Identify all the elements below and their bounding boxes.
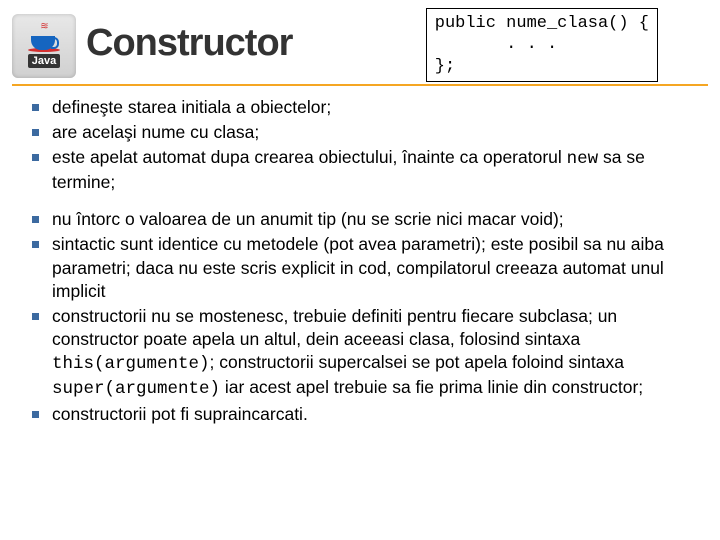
bullet-item: are acelaşi nume cu clasa; <box>22 121 700 144</box>
code-line-1: public nume_clasa() { <box>435 14 649 33</box>
bullet-group-1: defineşte starea initiala a obiectelor; … <box>22 96 700 194</box>
steam-icon: ≋ <box>40 24 47 32</box>
bullet-text: este apelat automat dupa crearea obiectu… <box>52 147 567 167</box>
inline-code: new <box>567 149 599 169</box>
bullet-text: constructorii nu se mostenesc, trebuie d… <box>52 306 617 349</box>
bullet-item: sintactic sunt identice cu metodele (pot… <box>22 233 700 302</box>
code-example-box: public nume_clasa() { . . . }; <box>426 8 658 82</box>
bullet-text: defineşte starea initiala a obiectelor; <box>52 97 331 117</box>
bullet-group-2: nu întorc o valoarea de un anumit tip (n… <box>22 208 700 426</box>
bullet-item: constructorii nu se mostenesc, trebuie d… <box>22 305 700 401</box>
bullet-item: nu întorc o valoarea de un anumit tip (n… <box>22 208 700 231</box>
header-divider <box>12 84 708 86</box>
bullet-text: are acelaşi nume cu clasa; <box>52 122 259 142</box>
slide-content: defineşte starea initiala a obiectelor; … <box>0 94 720 426</box>
bullet-text: iar acest apel trebuie sa fie prima lini… <box>220 377 643 397</box>
inline-code: super(argumente) <box>52 379 220 399</box>
slide-title: Constructor <box>86 22 292 65</box>
java-logo: ≋ Java <box>12 14 76 78</box>
bullet-text: ; constructorii supercalsei se pot apela… <box>210 352 624 372</box>
inline-code: this(argumente) <box>52 354 210 374</box>
cup-icon <box>29 32 59 50</box>
bullet-text: sintactic sunt identice cu metodele (pot… <box>52 234 664 300</box>
code-line-2: . . . <box>435 35 557 54</box>
logo-text: Java <box>28 54 60 68</box>
bullet-item: este apelat automat dupa crearea obiectu… <box>22 146 700 194</box>
bullet-item: constructorii pot fi supraincarcati. <box>22 403 700 426</box>
bullet-item: defineşte starea initiala a obiectelor; <box>22 96 700 119</box>
bullet-text: nu întorc o valoarea de un anumit tip (n… <box>52 209 564 229</box>
code-line-3: }; <box>435 57 455 76</box>
bullet-text: constructorii pot fi supraincarcati. <box>52 404 308 424</box>
slide-header: ≋ Java Constructor public nume_clasa() {… <box>0 0 720 78</box>
